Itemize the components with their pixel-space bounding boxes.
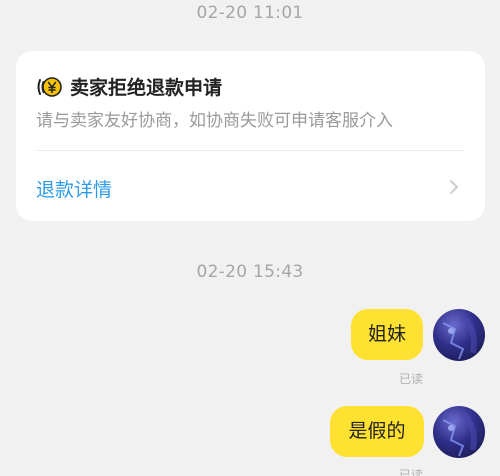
message-timestamp: 02-20 11:01: [196, 3, 304, 23]
chat-screen: 02-20 11:01 卖家拒绝退款申请 请与卖家友好协商，如协商失败可申请客服…: [0, 0, 500, 476]
message-bubble[interactable]: 姐妹: [351, 309, 423, 360]
read-status: 已读: [399, 468, 424, 476]
avatar-image: [442, 411, 477, 457]
read-status: 已读: [399, 372, 424, 386]
refund-notice-card[interactable]: 卖家拒绝退款申请 请与卖家友好协商，如协商失败可申请客服介入 退款详情: [16, 51, 485, 221]
avatar[interactable]: [433, 406, 485, 458]
message-timestamp: 02-20 15:43: [196, 262, 304, 282]
refund-notice-subtitle: 请与卖家友好协商，如协商失败可申请客服介入: [36, 111, 393, 131]
chevron-right-icon: [450, 180, 458, 194]
refund-details-link[interactable]: 退款详情: [36, 175, 112, 202]
refund-notice-title: 卖家拒绝退款申请: [70, 77, 223, 99]
message-bubble[interactable]: 是假的: [330, 406, 424, 457]
refund-notice-header: 卖家拒绝退款申请: [36, 73, 222, 100]
avatar-image: [442, 314, 477, 360]
avatar[interactable]: [433, 309, 485, 361]
yen-coin-icon: [37, 76, 62, 97]
refund-details-row[interactable]: 退款详情: [16, 151, 485, 221]
